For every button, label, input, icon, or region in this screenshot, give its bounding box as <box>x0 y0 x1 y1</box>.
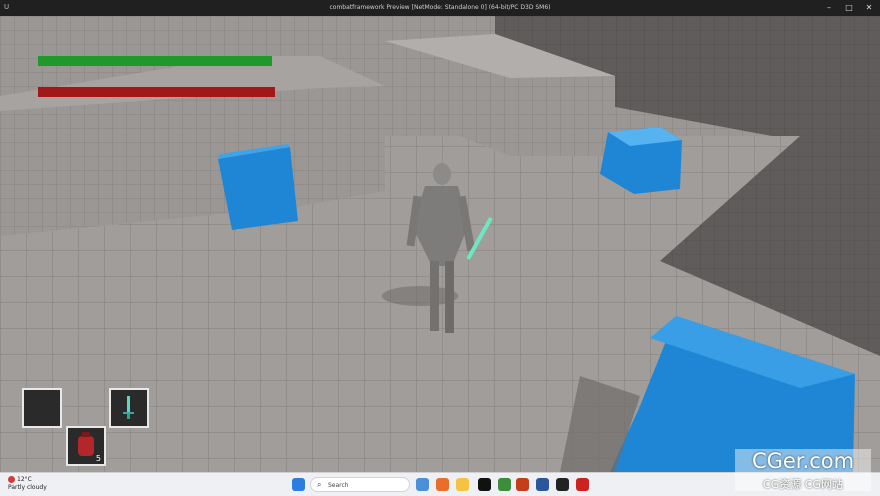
copilot-icon[interactable] <box>436 478 449 491</box>
watermark: CGer.com CG资源 CG网站 <box>735 449 871 491</box>
minimize-button[interactable]: – <box>820 2 838 14</box>
watermark-logo: CGer.com <box>751 449 855 473</box>
window-title: combatframework Preview [NetMode: Standa… <box>329 4 551 11</box>
word-icon[interactable] <box>536 478 549 491</box>
item-count: 5 <box>95 454 101 463</box>
search-label: Search <box>328 482 349 489</box>
health-bar-fill <box>38 56 272 66</box>
watermark-subtitle: CG资源 CG网站 <box>763 478 843 491</box>
widgets-icon[interactable] <box>416 478 429 491</box>
sword-icon <box>123 396 134 419</box>
weather-widget[interactable]: 12°C Partly cloudy <box>8 476 47 492</box>
chrome-icon[interactable] <box>498 478 511 491</box>
taskbar-search[interactable]: ⌕ Search <box>310 477 410 492</box>
weather-icon <box>8 476 15 483</box>
inventory-slot-potion[interactable]: 5 <box>66 426 106 466</box>
inventory-slot-empty[interactable] <box>22 388 62 428</box>
search-icon: ⌕ <box>317 480 322 489</box>
file-explorer-icon[interactable] <box>456 478 469 491</box>
unreal-engine-icon[interactable] <box>478 478 491 491</box>
windows-start-icon[interactable] <box>292 478 305 491</box>
maximize-button[interactable]: □ <box>840 2 858 14</box>
stamina-bar <box>38 87 275 97</box>
inventory-slot-sword[interactable] <box>109 388 149 428</box>
app-icon[interactable] <box>576 478 589 491</box>
game-viewport[interactable]: 5 <box>0 16 880 472</box>
window-titlebar: U combatframework Preview [NetMode: Stan… <box>0 0 880 16</box>
terminal-icon[interactable] <box>556 478 569 491</box>
stamina-bar-fill <box>38 87 275 97</box>
weather-temp: 12°C <box>17 476 32 483</box>
close-button[interactable]: ✕ <box>860 2 878 14</box>
health-bar <box>38 56 272 66</box>
weather-desc: Partly cloudy <box>8 484 47 491</box>
powerpoint-icon[interactable] <box>516 478 529 491</box>
